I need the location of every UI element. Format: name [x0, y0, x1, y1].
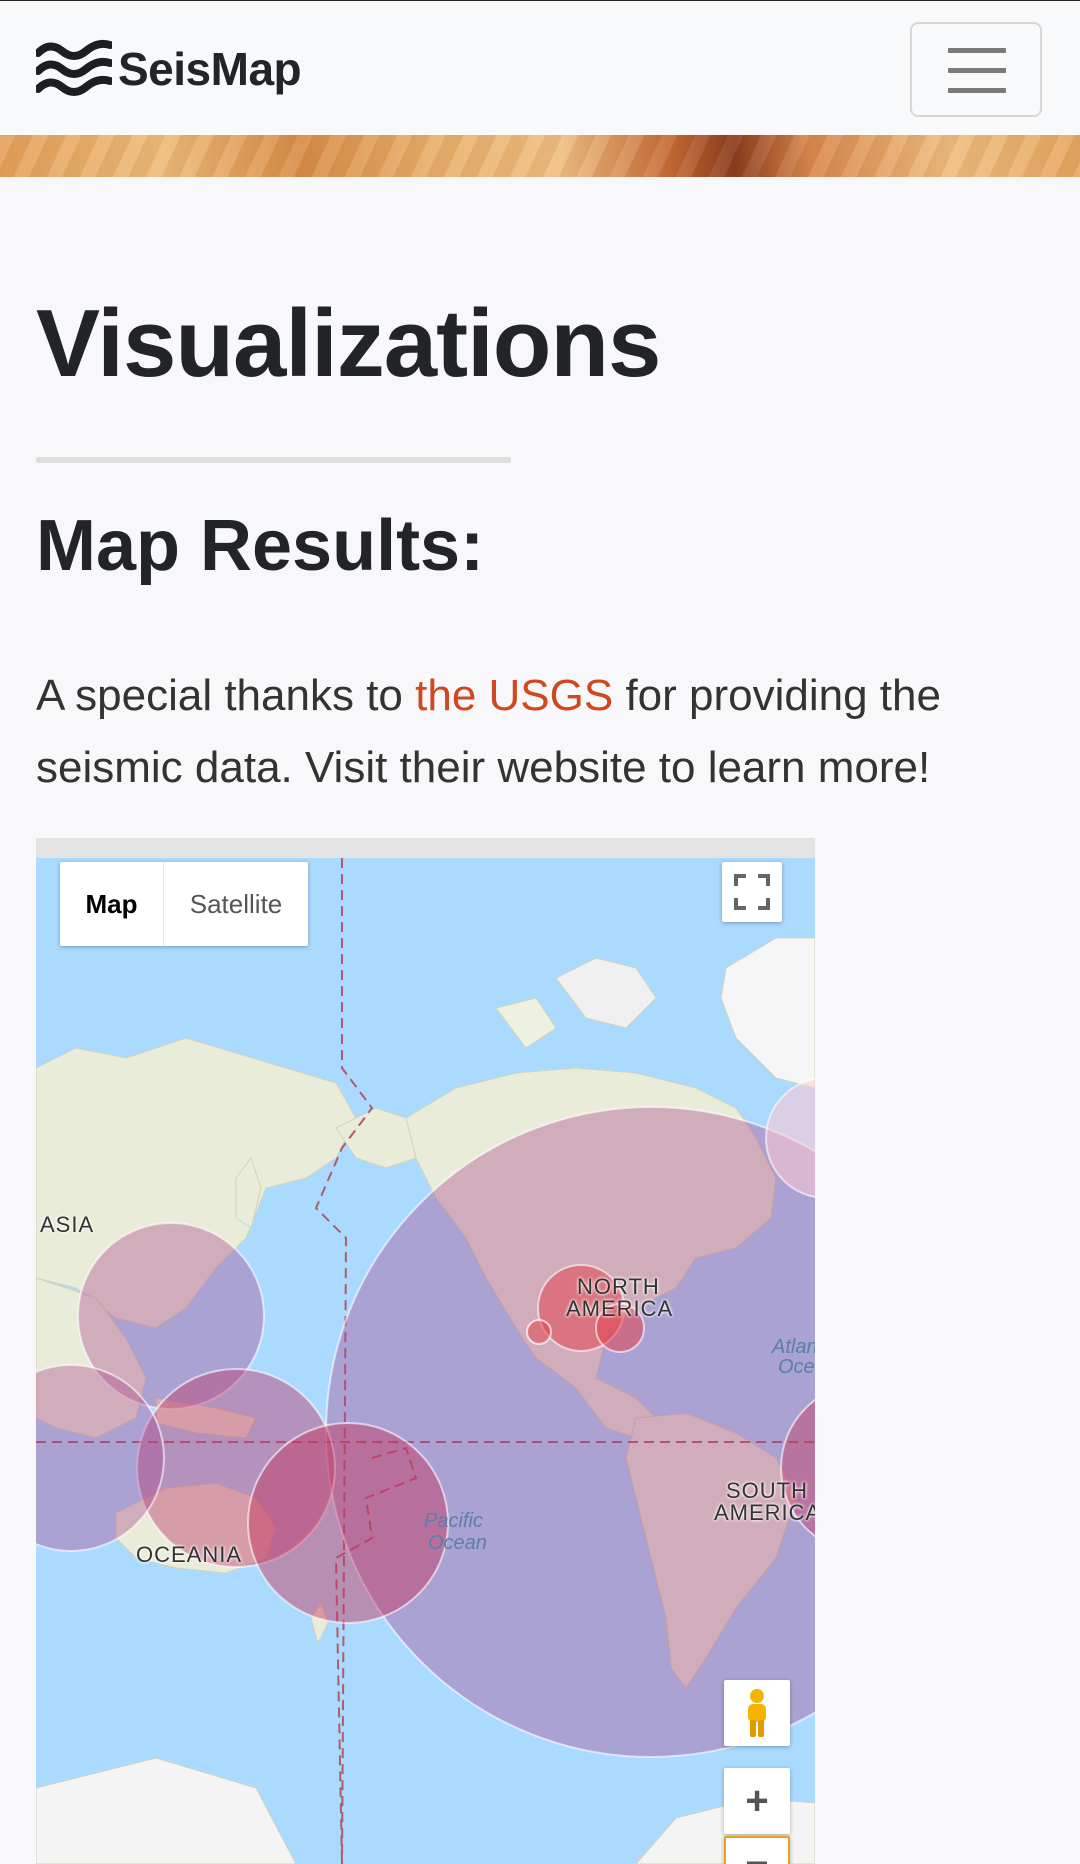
credits-paragraph: A special thanks to the USGS for providi…: [36, 660, 1046, 804]
minus-icon: −: [745, 1842, 769, 1864]
pegman-icon: [748, 1689, 766, 1737]
brand[interactable]: SeisMap: [36, 35, 302, 103]
label-atlantic-2: Oce: [778, 1356, 815, 1378]
label-north-america-2: AMERICA: [566, 1296, 674, 1321]
fullscreen-button[interactable]: [722, 862, 782, 922]
waves-icon: [36, 39, 112, 96]
navbar-toggle-button[interactable]: [910, 22, 1042, 117]
fullscreen-icon: [734, 874, 770, 910]
map-type-control: Map Satellite: [60, 862, 308, 946]
map-top-strip: [36, 838, 815, 858]
label-oceania: OCEANIA: [136, 1542, 243, 1567]
header-banner-image: [0, 135, 1080, 177]
quake-circle[interactable]: [247, 1422, 449, 1624]
zoom-in-button[interactable]: +: [724, 1768, 790, 1834]
navbar: SeisMap: [0, 0, 1080, 135]
label-pacific-2: Ocean: [428, 1532, 487, 1554]
map-type-map-button[interactable]: Map: [60, 862, 164, 946]
map-type-satellite-button[interactable]: Satellite: [164, 862, 308, 946]
title-divider: [36, 457, 511, 463]
brand-name: SeisMap: [118, 43, 302, 95]
quake-circle[interactable]: [526, 1319, 552, 1345]
plus-icon: +: [745, 1779, 769, 1823]
label-pacific-1: Pacific: [424, 1510, 483, 1532]
street-view-button[interactable]: [724, 1680, 790, 1746]
section-heading: Map Results:: [36, 506, 485, 586]
usgs-link[interactable]: the USGS: [415, 671, 613, 720]
page-title: Visualizations: [36, 290, 661, 397]
label-south-america-2: AMERICA: [714, 1500, 815, 1525]
map-canvas[interactable]: [36, 858, 815, 1864]
quake-circle[interactable]: [325, 1106, 815, 1758]
earthquake-map[interactable]: ASIA NORTH AMERICA SOUTH AMERICA OCEANIA…: [36, 838, 815, 1864]
zoom-out-button[interactable]: −: [724, 1836, 790, 1864]
credits-text-before: A special thanks to: [36, 671, 416, 720]
label-asia: ASIA: [40, 1212, 95, 1237]
